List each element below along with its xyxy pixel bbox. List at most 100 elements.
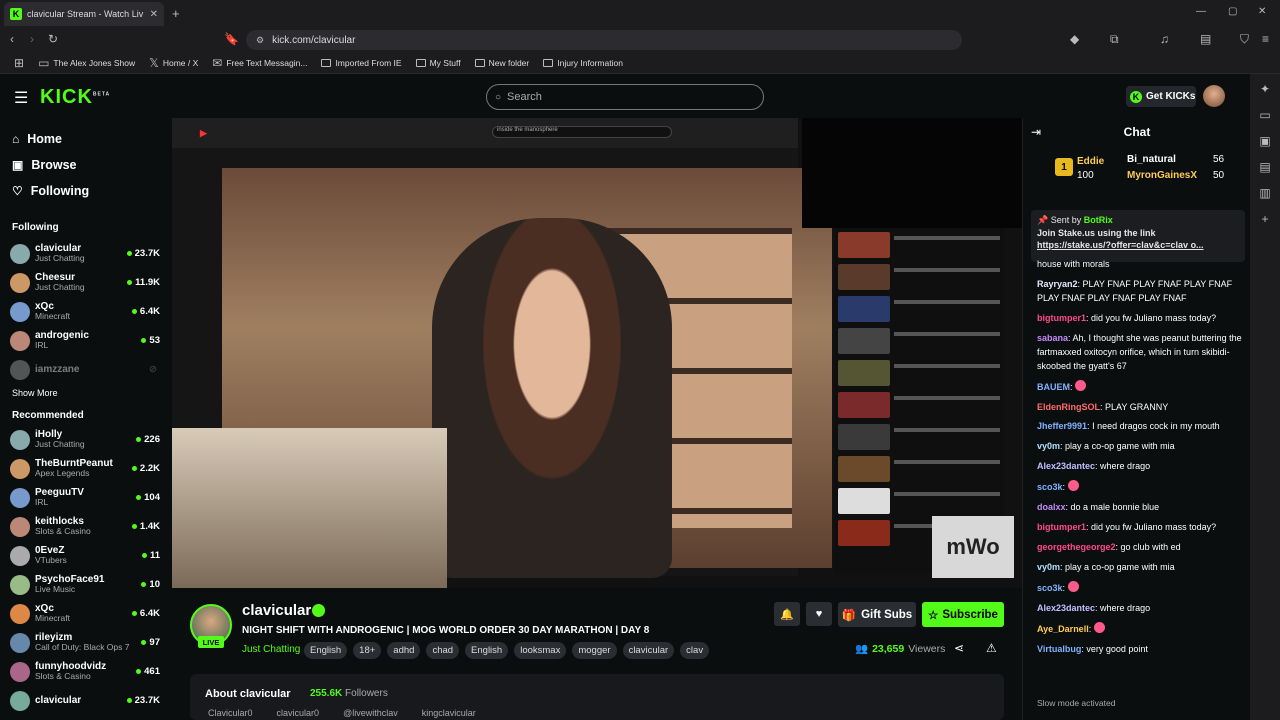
maximize-icon[interactable]: ▢ xyxy=(1228,6,1237,17)
sidebar-channel[interactable]: clavicular Just Chatting 23.7K xyxy=(0,239,170,268)
sidebar-channel[interactable]: clavicular 23.7K xyxy=(0,686,170,715)
chat-username[interactable]: sco3k xyxy=(1037,482,1063,492)
chat-username[interactable]: EldenRingSOL xyxy=(1037,402,1100,412)
chat-username[interactable]: Jheffer9991 xyxy=(1037,421,1087,431)
sidebar-channel[interactable]: xQc Minecraft 6.4K xyxy=(0,599,170,628)
close-icon[interactable]: ✕ xyxy=(150,9,158,20)
leader-name[interactable]: Bi_natural xyxy=(1127,154,1176,165)
minimize-icon[interactable]: — xyxy=(1196,6,1206,17)
back-icon[interactable]: ‹ xyxy=(10,32,14,46)
wallet-icon[interactable]: ▭ xyxy=(1259,108,1270,122)
tag[interactable]: looksmax xyxy=(514,642,567,659)
extension-icon[interactable]: ◆ xyxy=(1070,32,1079,46)
browser-tab[interactable]: K clavicular Stream - Watch Liv ✕ xyxy=(4,2,164,26)
streamer-name[interactable]: clavicular xyxy=(242,602,311,619)
shield-icon[interactable]: ⛉ xyxy=(1240,32,1249,47)
search-input[interactable]: ○ Search xyxy=(486,84,764,110)
pinned-message[interactable]: 📌 Sent by BotRix Join Stake.us using the… xyxy=(1031,210,1245,262)
add-icon[interactable]: + xyxy=(1261,212,1268,226)
sidebar-channel[interactable]: xQc Minecraft 6.4K xyxy=(0,297,170,326)
url-bar[interactable]: ⚙ kick.com/clavicular xyxy=(246,30,962,50)
social-link[interactable]: @livewithclav xyxy=(343,708,398,718)
chat-username[interactable]: sco3k xyxy=(1037,583,1063,593)
new-tab-icon[interactable]: + xyxy=(172,6,180,21)
chat-username[interactable]: georgethegeorge2 xyxy=(1037,542,1116,552)
sidebar-icon[interactable]: ▤ xyxy=(1200,32,1211,46)
chat-username[interactable]: vy0m xyxy=(1037,562,1060,572)
user-avatar[interactable] xyxy=(1203,85,1225,107)
tag[interactable]: 18+ xyxy=(353,642,382,659)
subscribe-button[interactable]: ☆ Subscribe xyxy=(922,602,1004,627)
music-icon[interactable]: ♫ xyxy=(1160,32,1169,46)
show-more-link[interactable]: Show More xyxy=(0,388,170,398)
pinned-link[interactable]: https://stake.us/?offer=clav&c=clav o... xyxy=(1037,239,1239,252)
puzzle-icon[interactable]: ⧉ xyxy=(1110,32,1119,47)
nav-browse[interactable]: ▣ Browse xyxy=(0,152,170,178)
bookmark-folder[interactable]: New folder xyxy=(474,58,529,68)
nav-following[interactable]: ♡ Following xyxy=(0,178,170,204)
sidebar-channel[interactable]: funnyhoodvidz Slots & Casino 461 xyxy=(0,657,170,686)
chat-username[interactable]: Alex23dantec xyxy=(1037,603,1095,613)
sidebar-channel[interactable]: rileyizm Call of Duty: Black Ops 7 97 xyxy=(0,628,170,657)
social-link[interactable]: Clavicular0 xyxy=(208,708,253,718)
leader-name[interactable]: Eddie xyxy=(1077,156,1104,167)
follow-button[interactable]: ♥ xyxy=(806,602,832,626)
chat-username[interactable]: Virtualbug xyxy=(1037,644,1081,654)
tag[interactable]: clav xyxy=(680,642,710,659)
chat-username[interactable]: Rayryan2 xyxy=(1037,279,1078,289)
nav-home[interactable]: ⌂ Home xyxy=(0,126,170,152)
assistant-icon[interactable]: ✦ xyxy=(1260,82,1270,96)
leader-name[interactable]: MyronGainesX xyxy=(1127,170,1197,181)
tag[interactable]: English xyxy=(465,642,509,659)
tag[interactable]: mogger xyxy=(572,642,617,659)
chat-username[interactable]: bigtumper1 xyxy=(1037,522,1086,532)
sidebar-channel[interactable]: Cheesur Just Chatting 11.9K xyxy=(0,268,170,297)
social-link[interactable]: kingclavicular xyxy=(422,708,476,718)
sidebar-channel[interactable]: iamzzane ⊘ xyxy=(0,355,170,384)
apps-grid-icon[interactable]: ⊞ xyxy=(14,56,24,70)
sidebar-channel[interactable]: 0EveZ VTubers 11 xyxy=(0,541,170,570)
hamburger-menu-icon[interactable]: ☰ xyxy=(14,88,28,108)
briefcase-icon[interactable]: ▣ xyxy=(1259,134,1270,148)
tag[interactable]: adhd xyxy=(387,642,421,659)
tag[interactable]: chad xyxy=(426,642,460,659)
bookmark-item[interactable]: ✉ Free Text Messagin... xyxy=(212,56,307,70)
chat-username[interactable]: doalxx xyxy=(1037,502,1066,512)
report-icon[interactable]: ⚠ xyxy=(986,641,997,655)
chat-username[interactable]: Alex23dantec xyxy=(1037,461,1095,471)
notes-icon[interactable]: ▤ xyxy=(1259,160,1270,174)
notification-bell-button[interactable]: 🔔 xyxy=(774,602,800,626)
sidebar-channel[interactable]: iHolly Just Chatting 226 xyxy=(0,425,170,454)
share-icon[interactable]: ⋖ xyxy=(954,641,964,655)
chat-username[interactable]: Aye_Darnell xyxy=(1037,624,1089,634)
get-kicks-button[interactable]: K Get KICKs xyxy=(1126,86,1196,107)
bookmark-folder[interactable]: Injury Information xyxy=(543,58,623,68)
bookmark-folder[interactable]: My Stuff xyxy=(415,58,461,68)
bookmark-icon[interactable]: 🔖 xyxy=(224,32,239,46)
sidebar-channel[interactable]: keithlocks Slots & Casino 1.4K xyxy=(0,512,170,541)
reload-icon[interactable]: ↻ xyxy=(48,32,58,46)
tag[interactable]: English xyxy=(304,642,348,659)
reader-icon[interactable]: ▥ xyxy=(1259,186,1270,200)
chat-username[interactable]: bigtumper1 xyxy=(1037,313,1086,323)
close-window-icon[interactable]: ✕ xyxy=(1258,6,1266,17)
bookmark-item[interactable]: ▭ The Alex Jones Show xyxy=(38,56,135,70)
video-player[interactable]: ▶ inside the manosphere mWo xyxy=(172,118,1022,588)
sidebar-channel[interactable]: TheBurntPeanut Apex Legends 2.2K xyxy=(0,454,170,483)
chat-username[interactable]: vy0m xyxy=(1037,441,1060,451)
tag[interactable]: clavicular xyxy=(622,642,675,659)
sidebar-channel[interactable]: PsychoFace91 Live Music 10 xyxy=(0,570,170,599)
menu-icon[interactable]: ≡ xyxy=(1262,32,1269,46)
bookmark-item[interactable]: 𝕏 Home / X xyxy=(149,56,198,70)
sidebar-channel[interactable]: androgenic IRL 53 xyxy=(0,326,170,355)
chat-username[interactable]: BAUEM xyxy=(1037,382,1070,392)
kick-logo[interactable]: KICKBETA xyxy=(40,86,110,109)
forward-icon[interactable]: › xyxy=(30,32,34,46)
bookmark-folder[interactable]: Imported From IE xyxy=(321,58,402,68)
sidebar-channel[interactable]: PeeguuTV IRL 104 xyxy=(0,483,170,512)
gift-subs-button[interactable]: 🎁 Gift Subs xyxy=(838,602,916,627)
stream-category[interactable]: Just Chatting xyxy=(242,644,300,655)
chat-username[interactable]: sabana xyxy=(1037,333,1068,343)
social-link[interactable]: clavicular0 xyxy=(277,708,320,718)
site-info-icon[interactable]: ⚙ xyxy=(256,35,264,46)
